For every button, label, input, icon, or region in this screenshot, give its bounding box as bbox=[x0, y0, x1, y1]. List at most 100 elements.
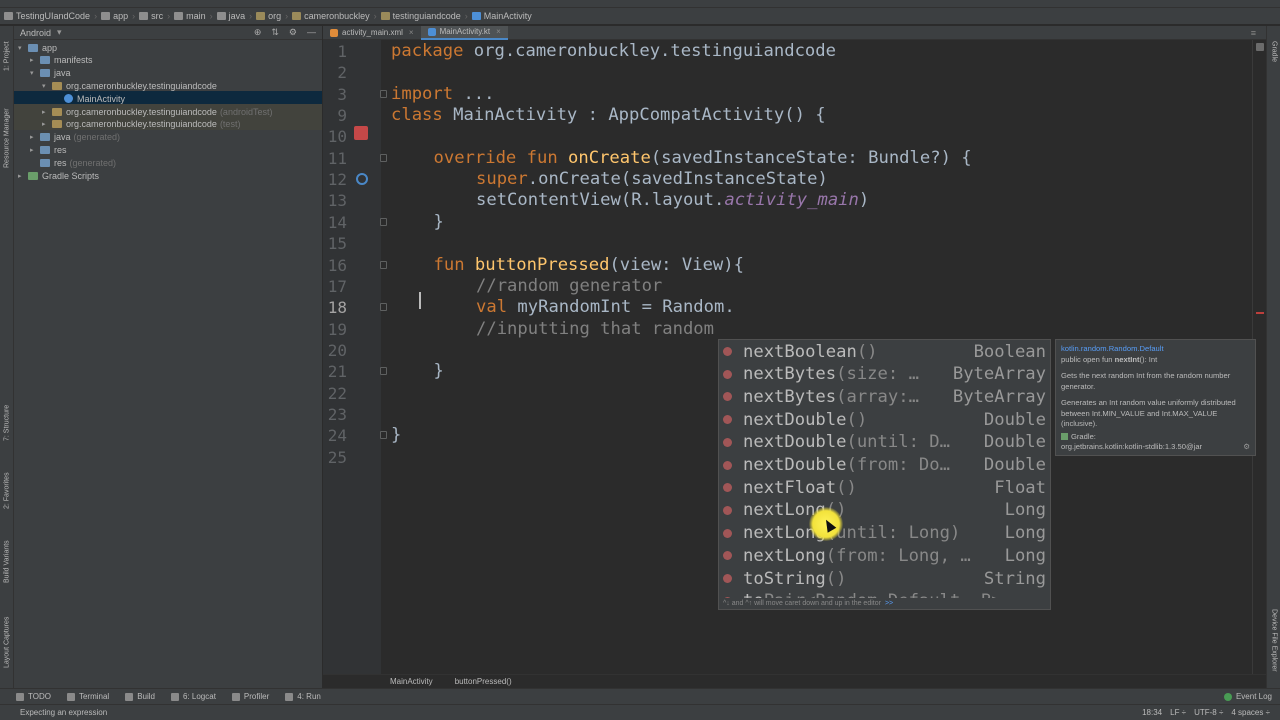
breadcrumb-item[interactable]: testinguiandcode › bbox=[380, 11, 468, 21]
completion-item[interactable]: nextLong (from: Long, … Long bbox=[719, 544, 1050, 567]
fold-icon[interactable] bbox=[380, 89, 387, 98]
tree-expand-icon[interactable]: ▸ bbox=[30, 56, 40, 64]
tree-item[interactable]: ▸ java (generated) bbox=[30, 131, 120, 144]
code-line[interactable]: override fun onCreate(savedInstanceState… bbox=[434, 148, 972, 169]
completion-more-link[interactable]: >> bbox=[885, 600, 893, 607]
tree-item[interactable]: ▸ res bbox=[30, 143, 67, 156]
breadcrumb-item[interactable]: MainActivity bbox=[471, 11, 532, 21]
code-line[interactable]: super.onCreate(savedInstanceState) bbox=[476, 169, 828, 190]
tool-tab-gradle[interactable]: Gradle bbox=[1267, 32, 1280, 72]
breadcrumb-item[interactable]: src › bbox=[139, 11, 170, 21]
tree-expand-icon[interactable]: ▾ bbox=[42, 82, 52, 90]
fold-icon[interactable] bbox=[380, 367, 387, 376]
code-line[interactable]: val myRandomInt = Random. bbox=[476, 297, 735, 318]
tree-expand-icon[interactable]: ▸ bbox=[18, 172, 28, 180]
fold-icon[interactable] bbox=[380, 217, 387, 226]
tree-item[interactable]: ▸ manifests bbox=[30, 54, 93, 67]
completion-item[interactable]: nextLong()Long bbox=[719, 499, 1050, 522]
fold-icon[interactable] bbox=[380, 153, 387, 162]
code-line[interactable]: package org.cameronbuckley.testinguiandc… bbox=[391, 41, 836, 62]
breadcrumb-item[interactable]: org › bbox=[256, 11, 288, 21]
completion-item[interactable]: nextDouble() Double bbox=[719, 408, 1050, 431]
error-marker[interactable] bbox=[1256, 312, 1264, 314]
tab-activity-main-xml[interactable]: activity_main.xml × bbox=[323, 26, 421, 40]
caret-position[interactable]: 18:34 bbox=[1142, 708, 1162, 717]
hide-icon[interactable]: — bbox=[307, 27, 316, 38]
code-line[interactable]: setContentView(R.layout.activity_main) bbox=[476, 190, 869, 211]
code-line[interactable]: } bbox=[391, 425, 401, 446]
code-line[interactable]: import ... bbox=[391, 84, 495, 105]
code-token: org.cameronbuckley.testinguiandcode bbox=[463, 41, 836, 61]
breadcrumb-item[interactable]: TestingUIandCode › bbox=[4, 11, 97, 21]
tree-expand-icon[interactable]: ▾ bbox=[18, 44, 28, 52]
override-method-icon[interactable] bbox=[356, 173, 368, 185]
tree-expand-icon[interactable]: ▾ bbox=[30, 69, 40, 77]
code-line[interactable]: } bbox=[434, 212, 444, 233]
breadcrumb-item[interactable]: java › bbox=[216, 11, 252, 21]
bottom-tool-todo[interactable]: TODO bbox=[16, 692, 51, 701]
project-view-selector[interactable]: Android ▾ bbox=[20, 27, 62, 38]
tool-tab-project[interactable]: 1: Project bbox=[0, 30, 14, 82]
tree-item[interactable]: ▾ org.cameronbuckley.testinguiandcode bbox=[42, 79, 217, 92]
code-line[interactable]: //inputting that random bbox=[476, 319, 714, 340]
line-separator[interactable]: LF ÷ bbox=[1170, 708, 1186, 717]
target-icon[interactable]: ⊕ bbox=[254, 27, 262, 38]
code-line[interactable]: class MainActivity : AppCompatActivity()… bbox=[391, 105, 826, 126]
completion-item[interactable]: nextBytes (size: … ByteArray bbox=[719, 363, 1050, 386]
completion-item[interactable]: nextDouble (until: D… Double bbox=[719, 431, 1050, 454]
tab-mainactivity-kt[interactable]: MainActivity.kt × bbox=[420, 25, 508, 40]
tree-item[interactable]: ▸ org.cameronbuckley.testinguiandcode (tes… bbox=[42, 118, 240, 131]
tree-item[interactable]: ▸ Gradle Scripts bbox=[18, 169, 99, 182]
breadcrumb-method[interactable]: buttonPressed() bbox=[455, 677, 512, 686]
completion-item[interactable]: nextDouble (from: Do… Double bbox=[719, 454, 1050, 477]
tree-item[interactable]: ▾ app bbox=[18, 41, 57, 54]
tree-expand-icon[interactable]: ▸ bbox=[42, 108, 52, 116]
tree-expand-icon[interactable]: ▸ bbox=[30, 146, 40, 154]
completion-item[interactable]: nextBoolean() Boolean bbox=[719, 340, 1050, 363]
fold-icon[interactable] bbox=[380, 303, 387, 312]
tree-expand-icon[interactable]: ▸ bbox=[30, 133, 40, 141]
close-icon[interactable]: × bbox=[496, 27, 501, 36]
tool-tab-build-variants[interactable]: Build Variants bbox=[0, 532, 14, 592]
fold-icon[interactable] bbox=[380, 431, 387, 440]
bottom-tool-6-logcat[interactable]: 6: Logcat bbox=[171, 692, 216, 701]
breadcrumb-class[interactable]: MainActivity bbox=[390, 677, 433, 686]
gear-icon[interactable]: ⚙ bbox=[289, 27, 297, 38]
completion-item[interactable]: nextBytes (array:… ByteArray bbox=[719, 385, 1050, 408]
bottom-tool-terminal[interactable]: Terminal bbox=[66, 692, 109, 701]
code-line[interactable]: //random generator bbox=[476, 276, 662, 297]
breadcrumb-item[interactable]: app › bbox=[101, 11, 135, 21]
tree-item[interactable]: MainActivity bbox=[54, 92, 125, 105]
bottom-tool-build[interactable]: Build bbox=[125, 692, 155, 701]
run-class-icon[interactable] bbox=[354, 126, 368, 140]
tree-item[interactable]: res (generated) bbox=[30, 156, 116, 169]
inspection-status-icon[interactable] bbox=[1256, 43, 1264, 51]
indent-setting[interactable]: 4 spaces ÷ bbox=[1231, 708, 1270, 717]
close-icon[interactable]: × bbox=[409, 28, 414, 37]
tree-item[interactable]: ▾ java bbox=[30, 67, 71, 80]
completion-item[interactable]: toString() String bbox=[719, 567, 1050, 590]
tool-tab-favorites[interactable]: 2: Favorites bbox=[0, 466, 14, 516]
gear-icon[interactable]: ⚙ bbox=[1243, 442, 1250, 453]
doc-fqname[interactable]: kotlin.random.Random.Default bbox=[1061, 344, 1250, 355]
fold-icon[interactable] bbox=[380, 260, 387, 269]
tab-list-icon[interactable]: ≡ bbox=[1251, 28, 1256, 38]
tool-tab-layout-captures[interactable]: Layout Captures bbox=[0, 610, 14, 674]
code-line[interactable]: } bbox=[434, 361, 444, 382]
tool-tab-device-file-explorer[interactable]: Device File Explorer bbox=[1267, 598, 1280, 682]
breadcrumb-item[interactable]: main › bbox=[174, 11, 213, 21]
bottom-tool-4-run[interactable]: 4: Run bbox=[285, 692, 321, 701]
completion-item[interactable]: nextLong (until: Long) Long bbox=[719, 522, 1050, 545]
tool-tab-structure[interactable]: 7: Structure bbox=[0, 398, 14, 448]
completion-item[interactable]: nextFloat() Float bbox=[719, 476, 1050, 499]
bottom-tool-profiler[interactable]: Profiler bbox=[231, 692, 269, 701]
event-log-button[interactable]: Event Log bbox=[1223, 692, 1272, 701]
tree-expand-icon[interactable]: ▸ bbox=[42, 120, 52, 128]
collapse-icon[interactable]: ⇅ bbox=[271, 27, 279, 38]
code-line[interactable]: fun buttonPressed(view: View){ bbox=[434, 255, 744, 276]
tool-tab-resource-manager[interactable]: Resource Manager bbox=[0, 88, 14, 188]
breadcrumb-item[interactable]: cameronbuckley › bbox=[292, 11, 377, 21]
completion-signature: (array:… bbox=[836, 386, 919, 407]
file-encoding[interactable]: UTF-8 ÷ bbox=[1194, 708, 1223, 717]
tree-item[interactable]: ▸ org.cameronbuckley.testinguiandcode (and… bbox=[42, 105, 272, 118]
